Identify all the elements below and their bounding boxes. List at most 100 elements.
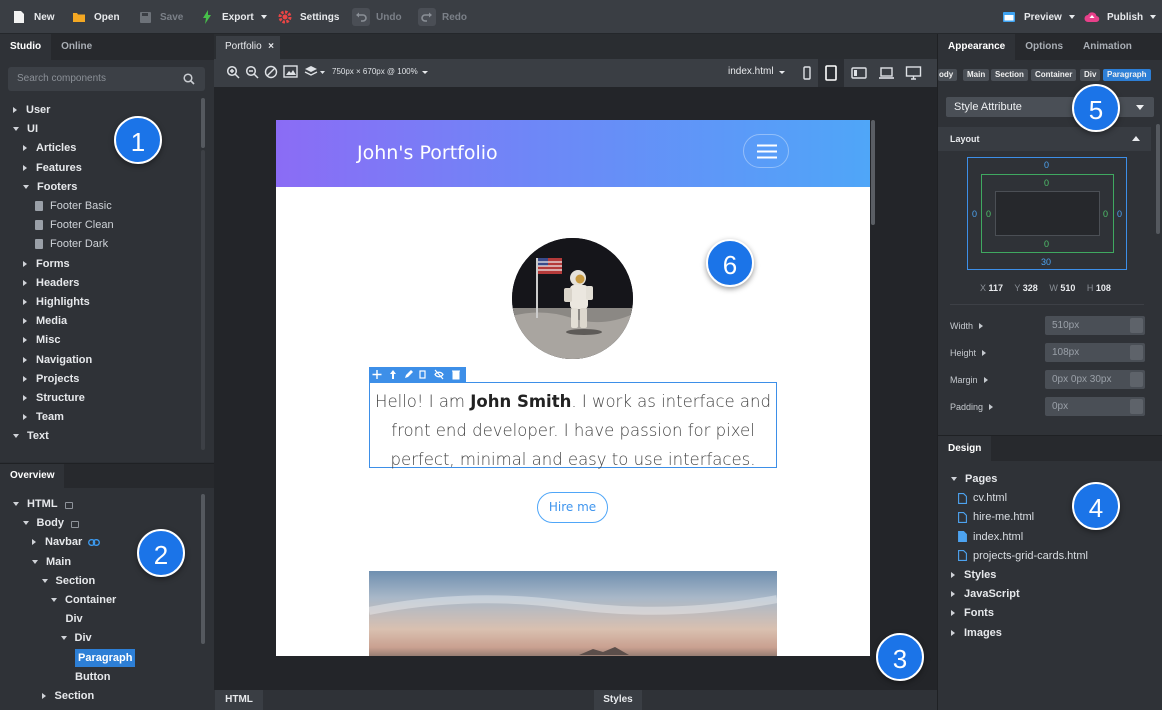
search-input[interactable]: Search components (8, 67, 205, 91)
component-item-user[interactable]: User (13, 101, 50, 119)
tab-design[interactable]: Design (938, 436, 992, 461)
design-item-styles[interactable]: Styles (951, 566, 996, 584)
image-icon[interactable] (283, 65, 299, 81)
design-item-hire-me-html[interactable]: hire-me.html (958, 508, 1034, 526)
overview-item-div[interactable]: Div (60, 629, 92, 647)
component-item-team[interactable]: Team (23, 408, 64, 426)
tab-portfolio[interactable]: Portfolio × (216, 36, 280, 59)
margin-right-value[interactable]: 0 (1117, 209, 1122, 219)
design-item-javascript[interactable]: JavaScript (951, 585, 1020, 603)
tab-overview[interactable]: Overview (0, 464, 65, 488)
tab-styles[interactable]: Styles (594, 690, 642, 710)
file-select[interactable]: index.html (728, 66, 785, 77)
export-button[interactable]: Export (198, 6, 267, 28)
design-item-cv-html[interactable]: cv.html (958, 489, 1007, 507)
component-item-footers[interactable]: Footers (23, 178, 77, 196)
stepper-icon[interactable] (1130, 318, 1143, 333)
components-scrollbar[interactable] (201, 98, 205, 148)
overview-item-section[interactable]: Section (41, 687, 94, 705)
properties-scrollbar[interactable] (1156, 124, 1160, 234)
settings-button[interactable]: Settings (276, 6, 339, 28)
tab-animation[interactable]: Animation (1073, 34, 1142, 60)
height-input[interactable]: 108px (1045, 343, 1145, 362)
breadcrumb-main[interactable]: Main (963, 69, 990, 81)
component-item-structure[interactable]: Structure (23, 389, 85, 407)
selected-paragraph[interactable]: Hello! I am John Smith. I work as interf… (369, 382, 777, 469)
publish-button[interactable]: Publish (1083, 6, 1157, 28)
overview-item-section[interactable]: Section (41, 572, 95, 590)
stepper-icon[interactable] (1130, 372, 1143, 387)
component-item-footer-basic[interactable]: Footer Basic (35, 197, 112, 215)
canvas-scrollbar[interactable] (871, 120, 875, 225)
search-icon[interactable] (183, 73, 195, 85)
overview-item-body[interactable]: Body (22, 514, 79, 532)
design-item-images[interactable]: Images (951, 624, 1002, 642)
preview-button[interactable]: Preview (1000, 6, 1075, 28)
overview-item-div[interactable]: Div (66, 610, 83, 628)
open-button[interactable]: Open (70, 6, 120, 28)
component-item-footer-clean[interactable]: Footer Clean (35, 216, 114, 234)
overview-item-paragraph[interactable]: Paragraph (75, 648, 136, 667)
new-button[interactable]: New (10, 6, 55, 28)
component-item-navigation[interactable]: Navigation (23, 351, 92, 369)
height-label[interactable]: Height (950, 348, 987, 358)
redo-button[interactable]: Redo (418, 6, 467, 28)
padding-input[interactable]: 0px (1045, 397, 1145, 416)
design-item-fonts[interactable]: Fonts (951, 604, 994, 622)
component-item-media[interactable]: Media (23, 312, 67, 330)
component-item-highlights[interactable]: Highlights (23, 293, 90, 311)
stepper-icon[interactable] (1130, 399, 1143, 414)
layers-icon[interactable] (304, 65, 326, 81)
width-input[interactable]: 510px (1045, 316, 1145, 335)
padding-label[interactable]: Padding (950, 402, 994, 412)
overview-scrollbar[interactable] (201, 494, 205, 644)
margin-left-value[interactable]: 0 (972, 209, 977, 219)
overview-item-navbar[interactable]: Navbar (32, 533, 101, 551)
tab-appearance[interactable]: Appearance (938, 34, 1016, 60)
style-attribute-select[interactable]: Style Attribute (946, 97, 1154, 117)
tablet-landscape-icon[interactable] (851, 65, 867, 81)
overview-item-container[interactable]: Container (51, 591, 116, 609)
overview-item-html[interactable]: HTML (13, 495, 73, 513)
tab-studio[interactable]: Studio (0, 34, 52, 60)
breadcrumb-div[interactable]: Div (1080, 69, 1101, 81)
undo-button[interactable]: Undo (352, 6, 402, 28)
breadcrumb-container[interactable]: Container (1031, 69, 1077, 81)
hamburger-menu-button[interactable] (743, 134, 789, 168)
tab-html[interactable]: HTML (215, 690, 263, 710)
navbar[interactable]: John's Portfolio (276, 120, 870, 187)
component-item-footer-dark[interactable]: Footer Dark (35, 235, 108, 253)
component-item-text[interactable]: Text (13, 427, 49, 445)
zoom-in-icon[interactable] (226, 65, 242, 81)
padding-top-value[interactable]: 0 (1044, 178, 1049, 188)
tab-options[interactable]: Options (1015, 34, 1073, 60)
component-item-projects[interactable]: Projects (23, 370, 79, 388)
design-item-pages[interactable]: Pages (951, 470, 997, 488)
width-label[interactable]: Width (950, 321, 984, 331)
margin-bottom-value[interactable]: 30 (1041, 257, 1051, 267)
overview-item-main[interactable]: Main (32, 553, 71, 571)
tablet-icon[interactable] (818, 59, 844, 87)
phone-icon[interactable] (799, 65, 815, 81)
breadcrumb-section[interactable]: Section (991, 69, 1028, 81)
tab-online[interactable]: Online (51, 34, 102, 60)
component-item-ui[interactable]: UI (13, 120, 38, 138)
no-style-icon[interactable] (264, 65, 280, 81)
component-item-features[interactable]: Features (23, 159, 82, 177)
zoom-out-icon[interactable] (245, 65, 261, 81)
brand-title[interactable]: John's Portfolio (357, 142, 498, 164)
padding-left-value[interactable]: 0 (986, 209, 991, 219)
padding-bottom-value[interactable]: 0 (1044, 239, 1049, 249)
component-item-misc[interactable]: Misc (23, 331, 60, 349)
padding-right-value[interactable]: 0 (1103, 209, 1108, 219)
design-item-projects-grid-cards-html[interactable]: projects-grid-cards.html (958, 547, 1088, 565)
save-button[interactable]: Save (136, 6, 183, 28)
laptop-icon[interactable] (878, 65, 894, 81)
breadcrumb-paragraph[interactable]: Paragraph (1103, 69, 1151, 81)
component-item-headers[interactable]: Headers (23, 274, 79, 292)
layout-section-header[interactable]: Layout (938, 127, 1151, 151)
design-item-index-html[interactable]: index.html (958, 528, 1023, 546)
stepper-icon[interactable] (1130, 345, 1143, 360)
margin-label[interactable]: Margin (950, 375, 988, 385)
component-item-articles[interactable]: Articles (23, 139, 76, 157)
